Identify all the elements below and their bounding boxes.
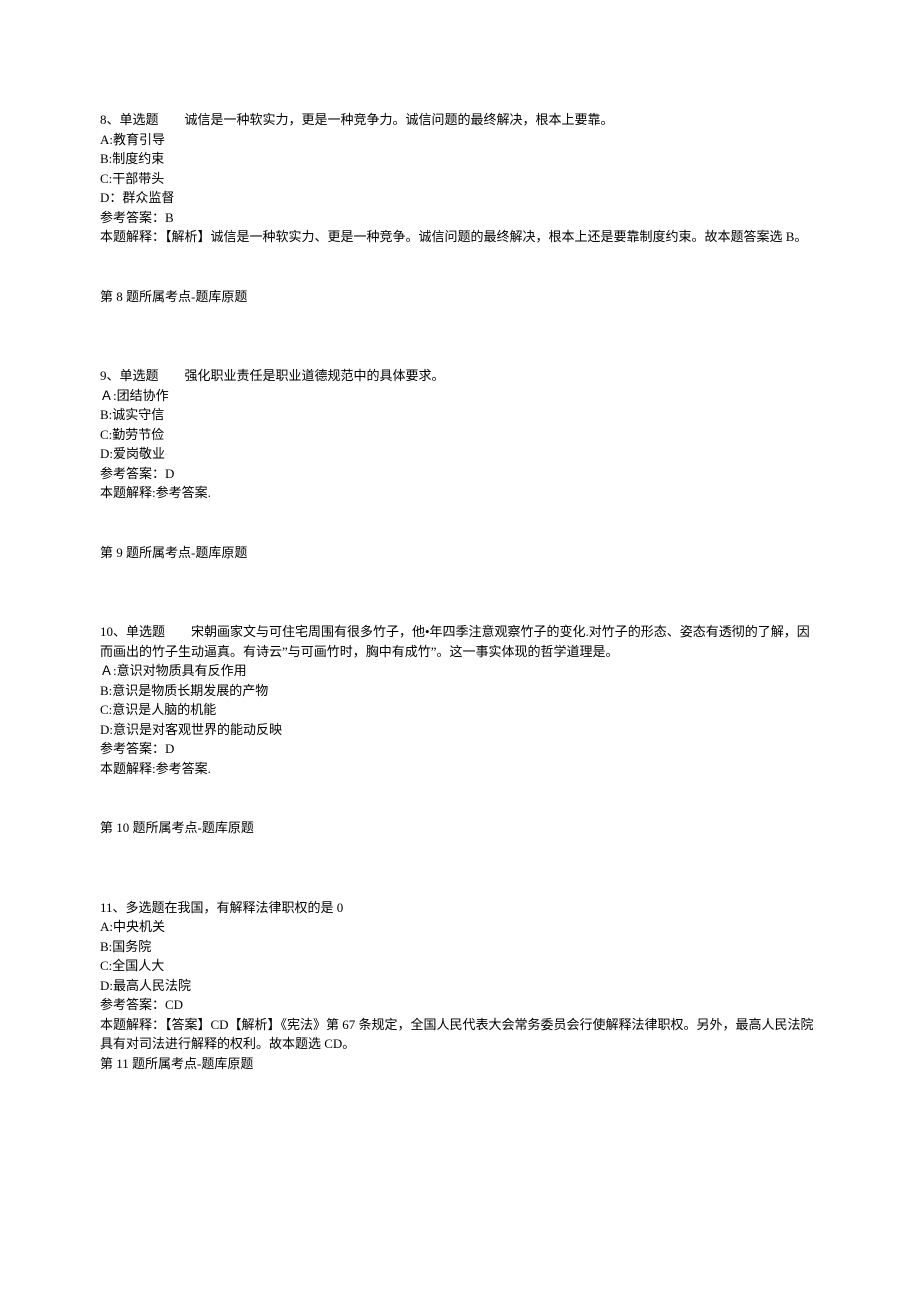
question-header: 9、单选题 强化职业责任是职业道德规范中的具体要求。 — [100, 366, 820, 386]
option-d: D:爱岗敬业 — [100, 444, 820, 464]
option-a: Ａ:意识对物质具有反作用 — [100, 661, 820, 681]
question-block: 8、单选题 诚信是一种软实力，更是一种竞争力。诚信问题的最终解决，根本上要靠。 … — [100, 110, 820, 306]
option-b: B:制度约束 — [100, 149, 820, 169]
question-block: 10、单选题 宋朝画家文与可住宅周围有很多竹子，他•年四季注意观察竹子的变化.对… — [100, 622, 820, 838]
answer-label: 参考答案：D — [100, 464, 820, 484]
topic-reference: 第 8 题所属考点-题库原题 — [100, 287, 820, 307]
option-c: C:全国人大 — [100, 956, 820, 976]
explanation: 本题解释:参考答案. — [100, 483, 820, 503]
answer-label: 参考答案：B — [100, 208, 820, 228]
question-header: 8、单选题 诚信是一种软实力，更是一种竞争力。诚信问题的最终解决，根本上要靠。 — [100, 110, 820, 130]
option-d: D:意识是对客观世界的能动反映 — [100, 720, 820, 740]
question-block: 9、单选题 强化职业责任是职业道德规范中的具体要求。 Ａ:团结协作 B:诚实守信… — [100, 366, 820, 562]
option-d: D:最高人民法院 — [100, 976, 820, 996]
option-b: B:国务院 — [100, 937, 820, 957]
option-c: C:勤劳节俭 — [100, 425, 820, 445]
answer-label: 参考答案：D — [100, 739, 820, 759]
question-block: 11、多选题在我国，有解释法律职权的是 0 A:中央机关 B:国务院 C:全国人… — [100, 898, 820, 1074]
topic-reference: 第 10 题所属考点-题库原题 — [100, 818, 820, 838]
option-a: A:中央机关 — [100, 917, 820, 937]
question-header: 11、多选题在我国，有解释法律职权的是 0 — [100, 898, 820, 918]
topic-reference: 第 11 题所属考点-题库原题 — [100, 1054, 820, 1074]
explanation: 本题解释:参考答案. — [100, 759, 820, 779]
explanation: 本题解释：【答案】CD【解析】《宪法》第 67 条规定，全国人民代表大会常务委员… — [100, 1015, 820, 1054]
document-page: 8、单选题 诚信是一种软实力，更是一种竞争力。诚信问题的最终解决，根本上要靠。 … — [0, 0, 920, 1301]
explanation: 本题解释：【解析】诚信是一种软实力、更是一种竞争。诚信问题的最终解决，根本上还是… — [100, 227, 820, 247]
option-a: A:教育引导 — [100, 130, 820, 150]
topic-reference: 第 9 题所属考点-题库原题 — [100, 543, 820, 563]
option-c: C:意识是人脑的机能 — [100, 700, 820, 720]
option-a: Ａ:团结协作 — [100, 386, 820, 406]
option-c: C:干部带头 — [100, 169, 820, 189]
answer-label: 参考答案：CD — [100, 995, 820, 1015]
option-b: B:意识是物质长期发展的产物 — [100, 681, 820, 701]
option-b: B:诚实守信 — [100, 405, 820, 425]
question-header: 10、单选题 宋朝画家文与可住宅周围有很多竹子，他•年四季注意观察竹子的变化.对… — [100, 622, 820, 661]
option-d: D：群众监督 — [100, 188, 820, 208]
